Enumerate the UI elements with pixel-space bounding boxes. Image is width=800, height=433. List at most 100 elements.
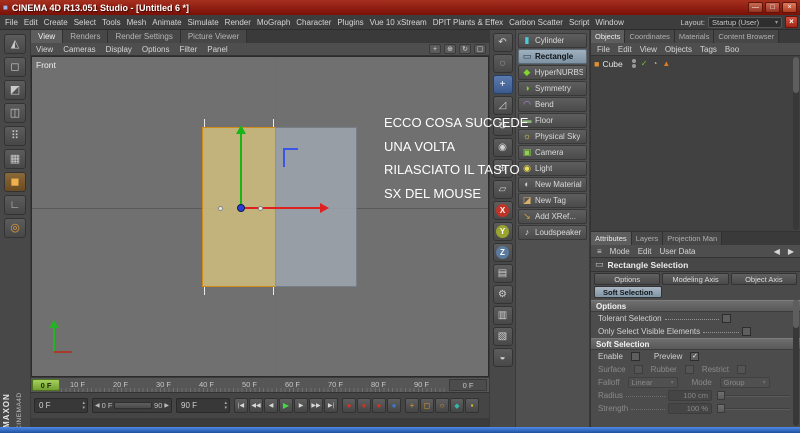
rotate-view-icon[interactable]: ↻ (459, 44, 471, 54)
autokey-button[interactable]: ● (357, 398, 371, 413)
menu-item-script[interactable]: Script (566, 18, 592, 27)
model-mode-button[interactable]: ◻ (4, 57, 26, 77)
menu-item-window[interactable]: Window (592, 18, 626, 27)
key-parameter-toggle[interactable]: ◆ (450, 398, 464, 413)
document-close-button[interactable]: × (785, 16, 798, 28)
previous-frame-button[interactable]: ◀ (264, 398, 278, 413)
om-menu-objects[interactable]: Objects (661, 45, 696, 54)
attr-menu-mode[interactable]: Mode (606, 247, 634, 256)
menu-grid-icon[interactable]: ≡ (593, 247, 606, 256)
vp-menu-filter[interactable]: Filter (174, 45, 202, 54)
end-frame-field[interactable]: 90 F ▴ ▾ (176, 398, 230, 413)
tab-projection-man[interactable]: Projection Man (663, 232, 723, 245)
points-mode-button[interactable]: ⠿ (4, 126, 26, 146)
y-axis-handle[interactable] (240, 134, 242, 208)
previous-key-button[interactable]: ◀◀ (249, 398, 263, 413)
tab-picture-viewer[interactable]: Picture Viewer (180, 30, 248, 43)
section-soft-selection-header[interactable]: Soft Selection (591, 338, 800, 350)
pan-view-icon[interactable]: + (429, 44, 441, 54)
y-axis-arrowhead[interactable] (236, 125, 246, 134)
falloff-select[interactable]: Linear ▾ (627, 377, 678, 388)
edges-mode-button[interactable]: ▦ (4, 149, 26, 169)
vertex-tick[interactable] (204, 287, 205, 295)
vp-menu-cameras[interactable]: Cameras (58, 45, 100, 54)
radius-slider-thumb[interactable] (717, 391, 725, 400)
zoom-view-icon[interactable]: ⊕ (444, 44, 456, 54)
live-selection-button[interactable]: ◌ (492, 54, 513, 73)
strength-slider[interactable] (716, 403, 790, 414)
tab-attributes[interactable]: Attributes (591, 232, 632, 245)
menu-item-file[interactable]: File (2, 18, 21, 27)
move-tool-button[interactable]: + (492, 75, 513, 94)
tab-button-object-axis[interactable]: Object Axis (730, 273, 797, 285)
strength-slider-thumb[interactable] (717, 404, 725, 413)
polygons-mode-button[interactable]: ◼ (4, 172, 26, 192)
om-menu-file[interactable]: File (593, 45, 614, 54)
om-menu-tags[interactable]: Tags (696, 45, 721, 54)
palette-item-bend[interactable]: ◠ Bend (518, 97, 587, 112)
timeline-ruler[interactable]: 0 F 10 F 20 F 30 F 40 F 50 F 60 F 70 F 8… (31, 377, 489, 392)
view-label[interactable]: Front (36, 60, 56, 70)
surface-checkbox[interactable] (633, 365, 643, 374)
vp-menu-display[interactable]: Display (101, 45, 137, 54)
om-menu-edit[interactable]: Edit (614, 45, 636, 54)
texture-mode-button[interactable]: ◩ (4, 80, 26, 100)
palette-item-cylinder[interactable]: ▮ Cylinder (518, 33, 587, 48)
current-frame-marker[interactable]: 0 F (32, 379, 60, 391)
origin-point[interactable] (237, 204, 245, 212)
render-view-button[interactable]: ▤ (492, 264, 513, 283)
workplane-mode-button[interactable]: ◫ (4, 103, 26, 123)
om-menu-view[interactable]: View (636, 45, 661, 54)
key-position-toggle[interactable]: + (405, 398, 419, 413)
preview-checkbox[interactable]: ✓ (690, 352, 700, 361)
vp-menu-panel[interactable]: Panel (202, 45, 232, 54)
vertex-tick[interactable] (204, 119, 205, 127)
key-scale-toggle[interactable]: ◻ (420, 398, 434, 413)
tolerant-selection-checkbox[interactable] (721, 314, 731, 323)
tab-renders[interactable]: Renders (63, 30, 109, 43)
attr-menu-edit[interactable]: Edit (634, 247, 656, 256)
maximize-button[interactable]: □ (765, 2, 780, 13)
object-name[interactable]: Cube (602, 59, 622, 69)
history-back-button[interactable]: ◀ (770, 247, 784, 256)
mode-select[interactable]: Group ▾ (719, 377, 770, 388)
menu-item-animate[interactable]: Animate (149, 18, 184, 27)
axis-mode-button[interactable]: ∟ (4, 195, 26, 215)
layout-select[interactable]: Startup (User) ▾ (708, 16, 782, 28)
preview-range-slider[interactable]: ◀ 0 F 90 ▶ (92, 398, 172, 413)
tab-render-settings[interactable]: Render Settings (108, 30, 181, 43)
menu-item-mograph[interactable]: MoGraph (254, 18, 293, 27)
menu-item-character[interactable]: Character (293, 18, 334, 27)
menu-item-select[interactable]: Select (71, 18, 99, 27)
tab-materials[interactable]: Materials (674, 30, 715, 43)
palette-item-loudspeaker[interactable]: ♪ Loudspeaker (518, 225, 587, 240)
attribute-scrollbar[interactable] (793, 300, 799, 426)
toggle-view-icon[interactable]: ▢ (474, 44, 486, 54)
rubber-checkbox[interactable] (684, 365, 694, 374)
menu-item-edit[interactable]: Edit (21, 18, 41, 27)
snap-settings-button[interactable]: ◎ (4, 218, 26, 238)
z-lock-button[interactable]: Z (492, 243, 513, 262)
record-keyframe-button[interactable]: ● (342, 398, 356, 413)
key-pla-toggle[interactable]: ▪ (465, 398, 479, 413)
point-handle[interactable] (218, 206, 223, 211)
tab-coordinates[interactable]: Coordinates (625, 30, 675, 43)
palette-item-hypernurbs[interactable]: ◆ HyperNURBS (518, 65, 587, 80)
spin-down-icon[interactable]: ▾ (82, 405, 85, 411)
next-key-button[interactable]: ▶▶ (309, 398, 323, 413)
x-axis-arrowhead[interactable] (320, 203, 329, 213)
visibility-toggles[interactable] (631, 59, 636, 68)
spin-down-icon[interactable]: ▾ (224, 405, 227, 411)
undo-button[interactable]: ↶ (492, 33, 513, 52)
keyframe-selection-button[interactable]: ● (387, 398, 401, 413)
attr-menu-user-data[interactable]: User Data (655, 247, 699, 256)
scrollbar-thumb[interactable] (793, 57, 799, 93)
vertex-tick[interactable] (273, 287, 274, 295)
key-rotation-toggle[interactable]: ○ (435, 398, 449, 413)
palette-item-rectangle[interactable]: ▭ Rectangle (518, 49, 587, 64)
display-mode-button[interactable]: ▧ (492, 327, 513, 346)
only-select-visible-checkbox[interactable] (741, 327, 751, 336)
y-lock-button[interactable]: Y (492, 222, 513, 241)
tab-content-browser[interactable]: Content Browser (714, 30, 780, 43)
selection-tag-icon[interactable]: ▲ (662, 59, 670, 68)
